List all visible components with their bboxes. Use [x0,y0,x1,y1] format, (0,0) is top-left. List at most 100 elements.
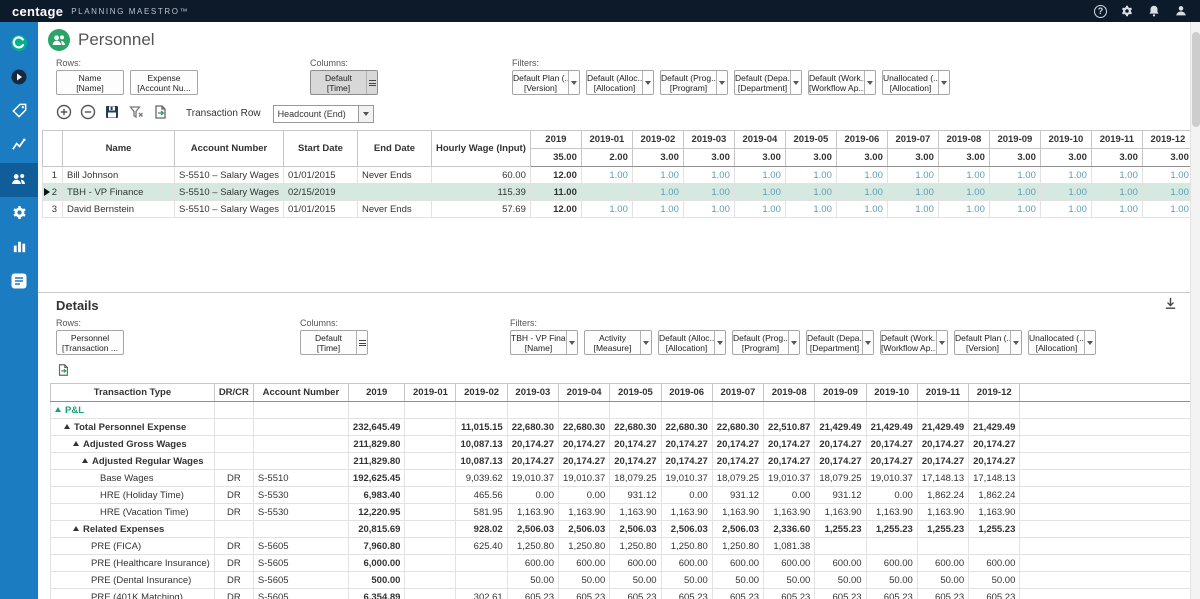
measure-dropdown[interactable]: Headcount (End) [273,105,374,123]
chip-dropdown-icon[interactable] [566,331,577,354]
dimension-chip-filter[interactable]: Default Plan (...[Version] [512,70,580,95]
chip-dropdown-icon[interactable] [790,71,801,94]
period-value-cell[interactable]: 1.00 [1040,184,1091,201]
dimension-chip-filter[interactable]: Default (Alloc...[Allocation] [658,330,726,355]
sidebar-item-settings[interactable] [0,197,38,231]
dimension-chip-filter[interactable]: Activity[Measure] [584,330,652,355]
hourly-wage-cell[interactable]: 115.39 [431,184,530,201]
period-value-cell[interactable]: 1.00 [938,167,989,184]
chip-menu-icon[interactable] [366,71,377,94]
chip-dropdown-icon[interactable] [1084,331,1095,354]
dimension-chip-filter[interactable]: Default (Prog...[Program] [660,70,728,95]
help-icon[interactable]: ? [1094,5,1107,18]
dimension-chip-filter[interactable]: Default (Depa...[Department] [734,70,802,95]
sidebar-item-logo[interactable] [0,27,38,61]
period-value-cell[interactable]: 1.00 [632,201,683,218]
collapse-icon[interactable] [55,407,61,412]
chip-dropdown-icon[interactable] [862,331,873,354]
vertical-scrollbar[interactable] [1190,22,1200,599]
start-date-cell[interactable]: 02/15/2019 [283,184,357,201]
notifications-icon[interactable] [1147,4,1161,18]
sidebar-item-reports[interactable] [0,265,38,299]
personnel-row[interactable]: 3David BernsteinS-5510 – Salary Wages01/… [43,201,1194,218]
details-export-button[interactable] [56,363,70,380]
chip-dropdown-icon[interactable] [640,331,651,354]
dimension-chip-column[interactable]: Default[Time] [310,70,378,95]
period-value-cell[interactable]: 12.00 [530,201,581,218]
scrollbar-thumb[interactable] [1192,32,1200,127]
dimension-chip-filter[interactable]: Default (Work...[Workflow Ap... [808,70,876,95]
collapse-icon[interactable] [73,526,79,531]
period-value-cell[interactable]: 1.00 [683,201,734,218]
period-value-cell[interactable]: 1.00 [1142,184,1193,201]
sidebar-item-personnel[interactable] [0,163,38,197]
period-value-cell[interactable]: 1.00 [1091,201,1142,218]
sidebar-item-analytics[interactable] [0,129,38,163]
chip-dropdown-icon[interactable] [936,331,947,354]
period-value-cell[interactable]: 1.00 [785,167,836,184]
dimension-chip-row[interactable]: Expense[Account Nu... [130,70,198,95]
dimension-chip-filter[interactable]: Default (Depa...[Department] [806,330,874,355]
account-cell[interactable]: S-5510 – Salary Wages [175,201,284,218]
end-date-cell[interactable]: Never Ends [357,167,431,184]
period-value-cell[interactable]: 1.00 [632,167,683,184]
chip-dropdown-icon[interactable] [568,71,579,94]
user-icon[interactable] [1174,4,1188,18]
dimension-chip-column[interactable]: Default[Time] [300,330,368,355]
account-cell[interactable]: S-5510 – Salary Wages [175,184,284,201]
period-value-cell[interactable]: 1.00 [734,201,785,218]
name-cell[interactable]: Bill Johnson [63,167,175,184]
period-value-cell[interactable]: 1.00 [938,201,989,218]
dimension-chip-row[interactable]: Personnel[Transaction ... [56,330,124,355]
name-cell[interactable]: TBH - VP Finance [63,184,175,201]
start-date-cell[interactable]: 01/01/2015 [283,167,357,184]
period-value-cell[interactable]: 1.00 [887,201,938,218]
export-button[interactable] [152,104,168,123]
chip-dropdown-icon[interactable] [714,331,725,354]
period-value-cell[interactable]: 1.00 [836,201,887,218]
dimension-chip-filter[interactable]: Unallocated (...[Allocation] [882,70,950,95]
period-value-cell[interactable]: 1.00 [581,201,632,218]
period-value-cell[interactable]: 1.00 [989,184,1040,201]
save-button[interactable] [104,104,120,123]
chip-dropdown-icon[interactable] [642,71,653,94]
period-value-cell[interactable]: 1.00 [1040,167,1091,184]
period-value-cell[interactable]: 1.00 [989,201,1040,218]
period-value-cell[interactable]: 1.00 [785,201,836,218]
period-value-cell[interactable]: 1.00 [1091,167,1142,184]
dimension-chip-filter[interactable]: Unallocated (...[Allocation] [1028,330,1096,355]
end-date-cell[interactable] [357,184,431,201]
period-value-cell[interactable]: 1.00 [1040,201,1091,218]
dropdown-arrow-icon[interactable] [359,105,374,123]
download-button[interactable] [1163,296,1178,314]
personnel-row[interactable]: 2TBH - VP FinanceS-5510 – Salary Wages02… [43,184,1194,201]
add-row-button[interactable] [56,104,72,123]
transaction-type-cell[interactable]: Adjusted Gross Wages [51,436,215,453]
measure-dropdown-value[interactable]: Headcount (End) [273,105,359,123]
settings-icon[interactable] [1120,4,1134,18]
period-value-cell[interactable]: 1.00 [1142,167,1193,184]
period-value-cell[interactable]: 1.00 [581,167,632,184]
period-value-cell[interactable]: 1.00 [632,184,683,201]
period-value-cell[interactable]: 1.00 [989,167,1040,184]
clear-filter-button[interactable] [128,104,144,123]
period-value-cell[interactable]: 1.00 [836,167,887,184]
collapse-icon[interactable] [82,458,88,463]
period-value-cell[interactable]: 11.00 [530,184,581,201]
period-value-cell[interactable]: 1.00 [887,184,938,201]
sidebar-item-tags[interactable] [0,95,38,129]
dimension-chip-filter[interactable]: Default Plan (...[Version] [954,330,1022,355]
sidebar-item-drivers[interactable] [0,61,38,95]
period-value-cell[interactable]: 1.00 [938,184,989,201]
collapse-icon[interactable] [64,424,70,429]
chip-dropdown-icon[interactable] [716,71,727,94]
sidebar-item-worksheets[interactable] [0,231,38,265]
transaction-type-cell[interactable]: Adjusted Regular Wages [51,453,215,470]
transaction-type-cell[interactable]: P&L [51,402,215,419]
end-date-cell[interactable]: Never Ends [357,201,431,218]
period-value-cell[interactable]: 1.00 [683,167,734,184]
dimension-chip-row[interactable]: Name[Name] [56,70,124,95]
account-cell[interactable]: S-5510 – Salary Wages [175,167,284,184]
collapse-icon[interactable] [73,441,79,446]
hourly-wage-cell[interactable]: 60.00 [431,167,530,184]
